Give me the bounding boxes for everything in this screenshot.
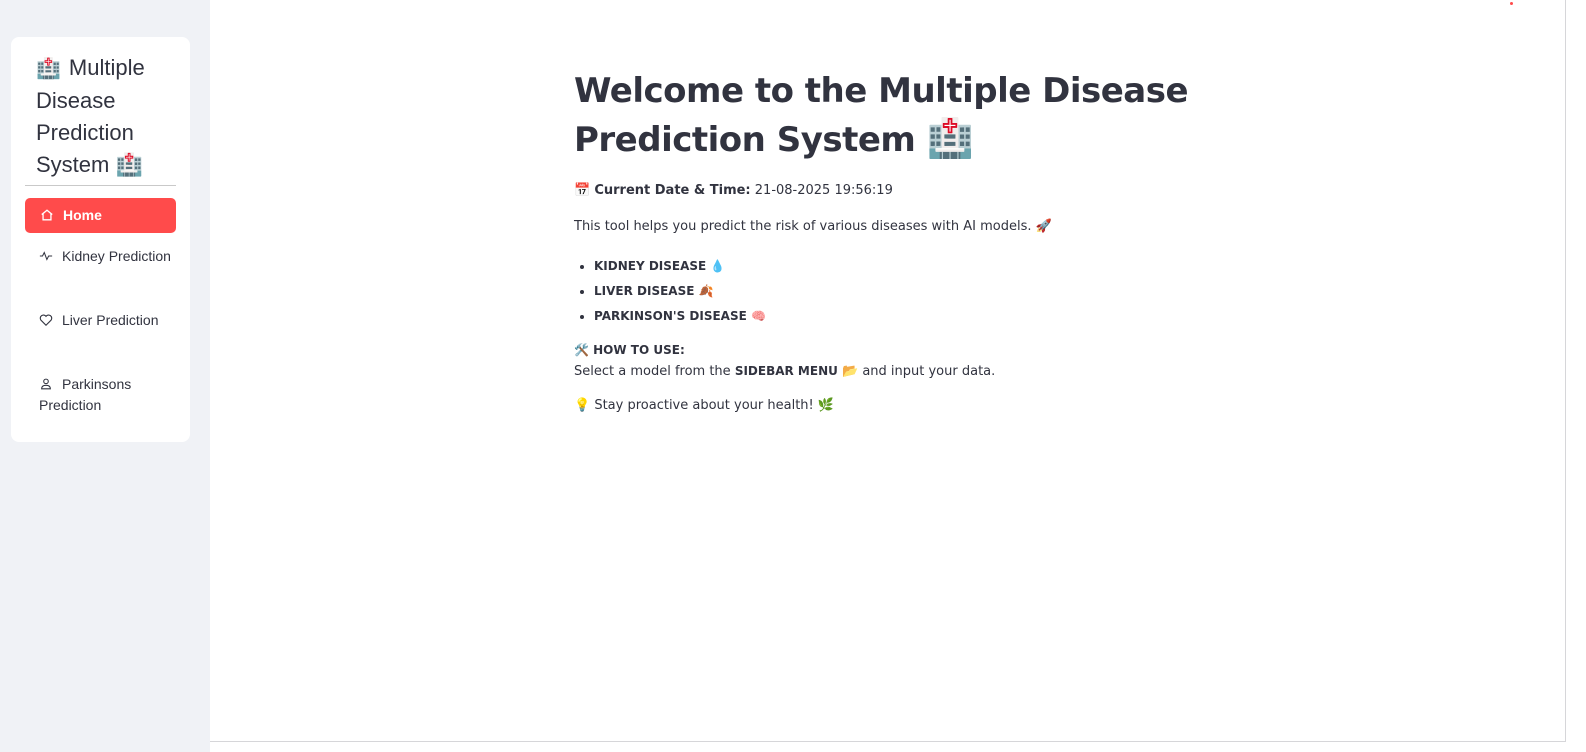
sidebar-item-home[interactable]: Home xyxy=(25,198,176,233)
main-area: Welcome to the Multiple Disease Predicti… xyxy=(210,0,1566,742)
disease-list: KIDNEY DISEASE 💧 LIVER DISEASE 🍂 PARKINS… xyxy=(574,254,1194,329)
app-root: 🏥 Multiple Disease Prediction System 🏥 Ho… xyxy=(0,0,1586,752)
menu-divider xyxy=(25,185,176,186)
sidebar-item-parkinsons[interactable]: Parkinsons Prediction xyxy=(25,374,176,416)
howto-heading-text: HOW TO USE: xyxy=(593,343,685,357)
folder-icon: 📂 xyxy=(842,364,859,379)
lightbulb-icon: 💡 xyxy=(574,398,591,413)
status-indicator xyxy=(1507,0,1513,5)
sidebar: 🏥 Multiple Disease Prediction System 🏥 Ho… xyxy=(0,0,210,752)
main-content: Welcome to the Multiple Disease Predicti… xyxy=(574,68,1194,416)
house-icon xyxy=(41,209,53,221)
howto-text-before: Select a model from the xyxy=(574,364,731,379)
droplet-icon: 💧 xyxy=(710,259,726,273)
tip-text: Stay proactive about your health! xyxy=(594,398,814,413)
herb-icon: 🌿 xyxy=(817,398,835,413)
datetime-value: 21-08-2025 19:56:19 xyxy=(754,183,893,198)
intro-text: This tool helps you predict the risk of … xyxy=(574,217,1194,237)
brain-icon: 🧠 xyxy=(751,309,766,323)
howto-text: Select a model from the SIDEBAR MENU 📂 a… xyxy=(574,360,1194,383)
datetime-line: 📅 Current Date & Time: 21-08-2025 19:56:… xyxy=(574,181,1194,201)
sidebar-item-liver[interactable]: Liver Prediction xyxy=(25,310,176,331)
tools-icon: 🛠️ xyxy=(574,343,589,357)
activity-icon xyxy=(39,251,53,261)
rocket-icon: 🚀 xyxy=(1035,219,1052,234)
sidebar-item-label: Liver Prediction xyxy=(62,312,159,328)
status-dot xyxy=(1510,2,1513,5)
heart-icon xyxy=(39,314,53,327)
datetime-label: Current Date & Time: xyxy=(594,183,751,198)
page-title-text: Welcome to the Multiple Disease Predicti… xyxy=(574,71,1189,160)
option-menu: 🏥 Multiple Disease Prediction System 🏥 Ho… xyxy=(11,37,190,442)
list-item: KIDNEY DISEASE 💧 xyxy=(594,254,1194,279)
sidebar-item-kidney[interactable]: Kidney Prediction xyxy=(25,246,176,267)
disease-label: PARKINSON'S DISEASE xyxy=(594,309,747,323)
sidebar-item-label: Kidney Prediction xyxy=(62,248,171,264)
calendar-icon: 📅 xyxy=(574,183,591,198)
hospital-icon: 🏥 xyxy=(36,58,61,80)
howto-heading: 🛠️ HOW TO USE: xyxy=(574,340,1194,360)
page-title: Welcome to the Multiple Disease Predicti… xyxy=(574,68,1194,164)
leaf-icon: 🍂 xyxy=(698,284,714,298)
disease-label: KIDNEY DISEASE xyxy=(594,259,707,273)
disease-label: LIVER DISEASE xyxy=(594,284,695,298)
list-item: LIVER DISEASE 🍂 xyxy=(594,279,1194,304)
intro-sentence: This tool helps you predict the risk of … xyxy=(574,219,1032,234)
hospital-icon: 🏥 xyxy=(926,116,974,160)
hospital-emoji-icon: 🏥 xyxy=(115,152,143,177)
sidebar-item-label: Home xyxy=(63,207,102,223)
menu-title: 🏥 Multiple Disease Prediction System 🏥 xyxy=(36,52,186,181)
list-item: PARKINSON'S DISEASE 🧠 xyxy=(594,304,1194,329)
howto-text-after: and input your data. xyxy=(862,364,996,379)
person-icon xyxy=(41,378,51,390)
howto-bold: SIDEBAR MENU xyxy=(734,364,838,378)
tip-line: 💡 Stay proactive about your health! 🌿 xyxy=(574,396,1194,416)
